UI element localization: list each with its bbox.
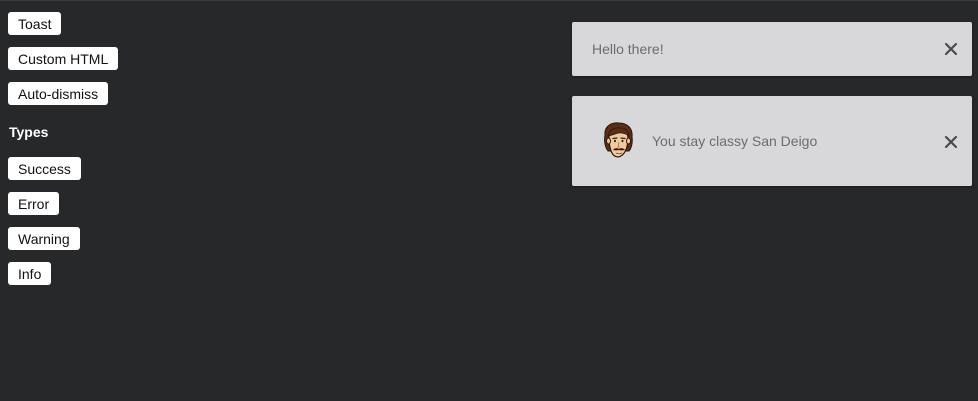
toast-notification[interactable]: Hello there!: [572, 22, 972, 76]
custom-html-button[interactable]: Custom HTML: [8, 47, 119, 70]
error-button[interactable]: Error: [8, 192, 60, 215]
demo-controls: Toast Custom HTML Auto-dismiss Types Suc…: [8, 12, 208, 297]
toast-button[interactable]: Toast: [8, 12, 62, 35]
success-button[interactable]: Success: [8, 157, 81, 180]
mustache-man-avatar-icon: [600, 121, 636, 161]
types-heading: Types: [9, 124, 49, 140]
info-button[interactable]: Info: [8, 262, 52, 285]
toast-message: You stay classy San Deigo: [652, 133, 818, 149]
close-icon[interactable]: [944, 135, 958, 149]
warning-button[interactable]: Warning: [8, 227, 80, 250]
toast-message: Hello there!: [592, 41, 664, 57]
auto-dismiss-button[interactable]: Auto-dismiss: [8, 82, 109, 105]
close-icon[interactable]: [944, 42, 958, 56]
toast-notification-with-avatar[interactable]: You stay classy San Deigo: [572, 96, 972, 186]
